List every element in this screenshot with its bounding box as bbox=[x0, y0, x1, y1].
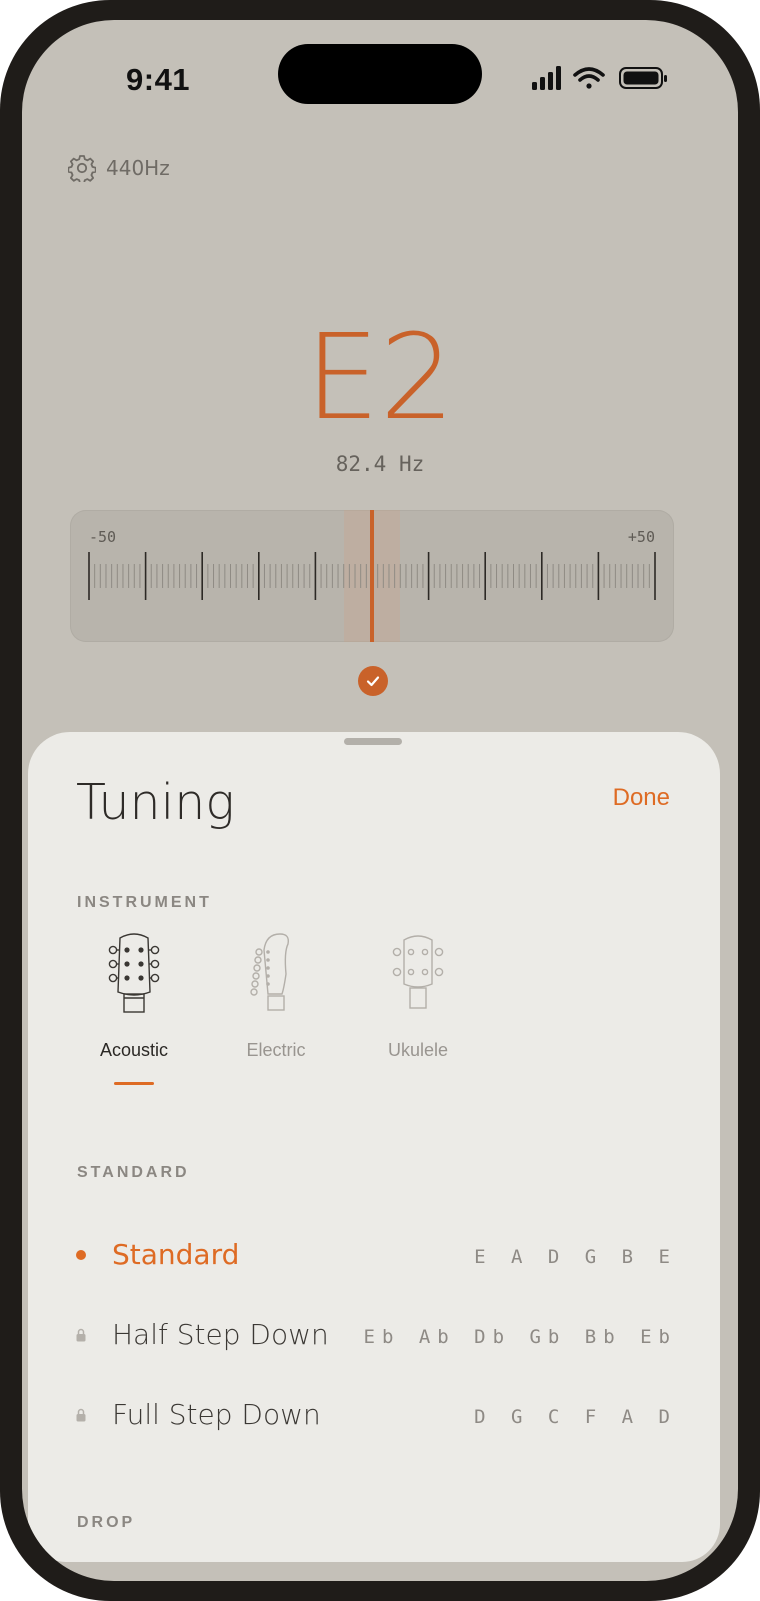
screen: 9:41 440Hz E2 82.4 Hz -50 +50 Tuning Don… bbox=[22, 20, 738, 1581]
instrument-acoustic[interactable]: Acoustic bbox=[74, 930, 194, 1085]
done-button[interactable]: Done bbox=[613, 784, 670, 812]
tuning-row-standard[interactable]: Standard E A D G B E bbox=[76, 1236, 670, 1276]
tuning-name: Full Step Down bbox=[112, 1398, 321, 1431]
drop-section-label: DROP bbox=[77, 1514, 136, 1531]
tuning-row-half-step-down[interactable]: Half Step Down Eb Ab Db Gb Bb Eb bbox=[76, 1316, 670, 1356]
tuning-notes: E A D G B E bbox=[474, 1246, 677, 1268]
reference-pitch-label: 440Hz bbox=[106, 156, 170, 180]
wifi-icon bbox=[573, 67, 605, 89]
instrument-section-label: INSTRUMENT bbox=[77, 894, 212, 911]
selected-indicator bbox=[114, 1082, 154, 1085]
meter-scale bbox=[88, 510, 656, 642]
tuning-row-full-step-down[interactable]: Full Step Down D G C F A D bbox=[76, 1396, 670, 1436]
instrument-electric[interactable]: Electric bbox=[216, 930, 336, 1061]
signal-icon bbox=[532, 66, 561, 90]
lock-icon bbox=[76, 1328, 86, 1342]
tuning-name: Half Step Down bbox=[112, 1318, 329, 1351]
tuning-sheet: Tuning Done INSTRUMENT Acoustic Electric… bbox=[28, 732, 720, 1562]
sheet-title: Tuning bbox=[76, 774, 235, 831]
detected-frequency: 82.4 Hz bbox=[335, 452, 425, 476]
instrument-label: Ukulele bbox=[387, 1040, 449, 1060]
status-icons bbox=[532, 66, 667, 90]
status-time: 9:41 bbox=[126, 62, 191, 97]
tuning-meter: -50 +50 bbox=[70, 510, 674, 642]
reference-pitch-button[interactable]: 440Hz bbox=[68, 154, 170, 182]
detected-note: E2 bbox=[305, 308, 455, 446]
instrument-label: Acoustic bbox=[99, 1040, 169, 1060]
standard-section-label: STANDARD bbox=[77, 1164, 190, 1181]
acoustic-headstock-icon bbox=[108, 933, 160, 1013]
instrument-ukulele[interactable]: Ukulele bbox=[358, 930, 478, 1061]
tuning-name: Standard bbox=[112, 1238, 240, 1271]
ukulele-headstock-icon bbox=[392, 935, 444, 1009]
tuning-notes: Eb Ab Db Gb Bb Eb bbox=[363, 1326, 677, 1348]
phone-frame: 9:41 440Hz E2 82.4 Hz -50 +50 Tuning Don… bbox=[0, 0, 760, 1601]
gear-icon bbox=[68, 155, 96, 182]
selected-dot-icon bbox=[76, 1250, 86, 1260]
sheet-drag-handle[interactable] bbox=[344, 738, 402, 745]
instrument-label: Electric bbox=[246, 1040, 306, 1060]
dynamic-island bbox=[278, 44, 482, 104]
lock-icon bbox=[76, 1408, 86, 1422]
tuning-notes: D G C F A D bbox=[474, 1406, 677, 1428]
in-tune-check-icon bbox=[358, 666, 388, 696]
electric-headstock-icon bbox=[250, 933, 290, 1011]
battery-icon bbox=[619, 67, 667, 89]
